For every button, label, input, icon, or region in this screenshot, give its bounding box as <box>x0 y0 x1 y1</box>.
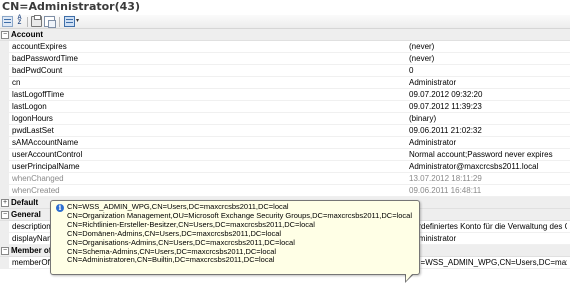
expand-icon[interactable]: + <box>1 199 9 207</box>
property-value[interactable]: (never) <box>409 53 567 64</box>
row-gutter <box>0 149 9 161</box>
property-name: badPwdCount <box>12 66 63 75</box>
category-label: Default <box>11 198 39 207</box>
member-of-tooltip: i CN=WSS_ADMIN_WPG,CN=Users,DC=maxcrcsbs… <box>50 200 420 275</box>
tooltip-line: CN=Richtlinien-Ersteller-Besitzer,CN=Use… <box>67 220 315 229</box>
tooltip-line: CN=WSS_ADMIN_WPG,CN=Users,DC=maxcrcsbs20… <box>67 203 289 211</box>
toolbar: AZ ▾ <box>0 15 570 29</box>
toolbar-separator <box>59 17 60 27</box>
property-row[interactable]: pwdLastSet 09.06.2011 21:02:32 <box>0 125 570 137</box>
property-row[interactable]: lastLogon 09.07.2012 11:39:23 <box>0 101 570 113</box>
tooltip-line: CN=Organization Management,OU=Microsoft … <box>67 211 413 220</box>
category-label: General <box>11 210 41 219</box>
row-gutter <box>0 233 9 245</box>
categorized-icon[interactable] <box>2 16 13 27</box>
property-value[interactable]: Administrator@maxcrcsbs2011.local <box>409 161 567 172</box>
property-row[interactable]: whenCreated 09.06.2011 16:48:11 <box>0 185 570 197</box>
property-name: userPrincipalName <box>12 162 80 171</box>
property-value[interactable]: 09.07.2012 09:32:20 <box>409 89 567 100</box>
row-gutter <box>0 161 9 173</box>
property-row[interactable]: lastLogoffTime 09.07.2012 09:32:20 <box>0 89 570 101</box>
collapse-icon[interactable]: − <box>1 247 9 255</box>
property-value[interactable]: Administrator <box>409 233 567 244</box>
row-gutter <box>0 101 9 113</box>
property-value[interactable]: (binary) <box>409 113 567 124</box>
toolbar-separator <box>27 17 28 27</box>
property-name: badPasswordTime <box>12 54 78 63</box>
copy-icon[interactable] <box>44 16 56 28</box>
property-row[interactable]: cn Administrator <box>0 77 570 89</box>
property-name: sAMAccountName <box>12 138 79 147</box>
property-name: whenChanged <box>12 174 64 183</box>
property-value[interactable]: Normal account;Password never expires <box>409 149 567 160</box>
property-row[interactable]: sAMAccountName Administrator <box>0 137 570 149</box>
info-icon: i <box>56 204 64 212</box>
property-row[interactable]: userPrincipalName Administrator@maxcrcsbs… <box>0 161 570 173</box>
row-gutter <box>0 257 9 269</box>
tooltip-lines: CN=WSS_ADMIN_WPG,CN=Users,DC=maxcrcsbs20… <box>67 203 417 265</box>
category-label: Account <box>11 30 43 39</box>
row-gutter <box>0 77 9 89</box>
category-label: Member of <box>11 246 52 255</box>
print-icon[interactable] <box>31 15 42 27</box>
property-name: accountExpires <box>12 42 67 51</box>
property-name: userAccountControl <box>12 150 83 159</box>
property-value[interactable]: 0 <box>409 65 567 76</box>
property-value[interactable]: (never) <box>409 41 567 52</box>
row-gutter <box>0 125 9 137</box>
property-name: lastLogon <box>12 102 47 111</box>
row-gutter <box>0 221 9 233</box>
property-value[interactable]: CN=WSS_ADMIN_WPG,CN=Users,DC=maxcrcsb <box>409 257 567 268</box>
collapse-icon[interactable]: − <box>1 31 9 39</box>
row-gutter <box>0 137 9 149</box>
property-row[interactable]: badPwdCount 0 <box>0 65 570 77</box>
row-gutter <box>0 41 9 53</box>
tooltip-line: CN=Organisations-Admins,CN=Users,DC=maxc… <box>67 238 295 247</box>
property-pages-icon[interactable] <box>64 16 75 27</box>
property-name: logonHours <box>12 114 53 123</box>
row-gutter <box>0 65 9 77</box>
property-value[interactable]: 13.07.2012 18:11:29 <box>409 173 567 184</box>
row-gutter <box>0 113 9 125</box>
category-account[interactable]: − Account <box>0 29 570 41</box>
property-value[interactable]: 09.07.2012 11:39:23 <box>409 101 567 112</box>
tooltip-line: CN=Administratoren,CN=Builtin,DC=maxcrcs… <box>67 256 275 265</box>
window-title: CN=Administrator(43) <box>2 0 140 13</box>
tooltip-tail-fill <box>406 273 413 281</box>
property-name: lastLogoffTime <box>12 90 65 99</box>
alphabetical-icon[interactable]: AZ <box>14 15 25 27</box>
row-gutter <box>0 53 9 65</box>
tooltip-line: CN=Domänen-Admins,CN=Users,DC=maxcrcsbs2… <box>67 229 282 238</box>
property-row[interactable]: accountExpires (never) <box>0 41 570 53</box>
property-row[interactable]: whenChanged 13.07.2012 18:11:29 <box>0 173 570 185</box>
row-gutter <box>0 89 9 101</box>
property-value[interactable]: Administrator <box>409 137 567 148</box>
tooltip-line: CN=Schema-Admins,CN=Users,DC=maxcrcsbs20… <box>67 247 277 256</box>
property-name: cn <box>12 78 21 87</box>
row-gutter <box>0 185 9 197</box>
property-name: pwdLastSet <box>12 126 54 135</box>
property-value[interactable]: 09.06.2011 16:48:11 <box>409 185 567 196</box>
collapse-icon[interactable]: − <box>1 211 9 219</box>
property-name: whenCreated <box>12 186 60 195</box>
property-row[interactable]: userAccountControl Normal account;Passwor… <box>0 149 570 161</box>
row-gutter <box>0 173 9 185</box>
property-row[interactable]: badPasswordTime (never) <box>0 53 570 65</box>
property-value[interactable]: Vordefiniertes Konto für die Verwaltung … <box>409 221 567 232</box>
property-row[interactable]: logonHours (binary) <box>0 113 570 125</box>
property-value[interactable]: Administrator <box>409 77 567 88</box>
dropdown-arrow-icon[interactable]: ▾ <box>76 16 82 27</box>
property-value[interactable]: 09.06.2011 21:02:32 <box>409 125 567 136</box>
